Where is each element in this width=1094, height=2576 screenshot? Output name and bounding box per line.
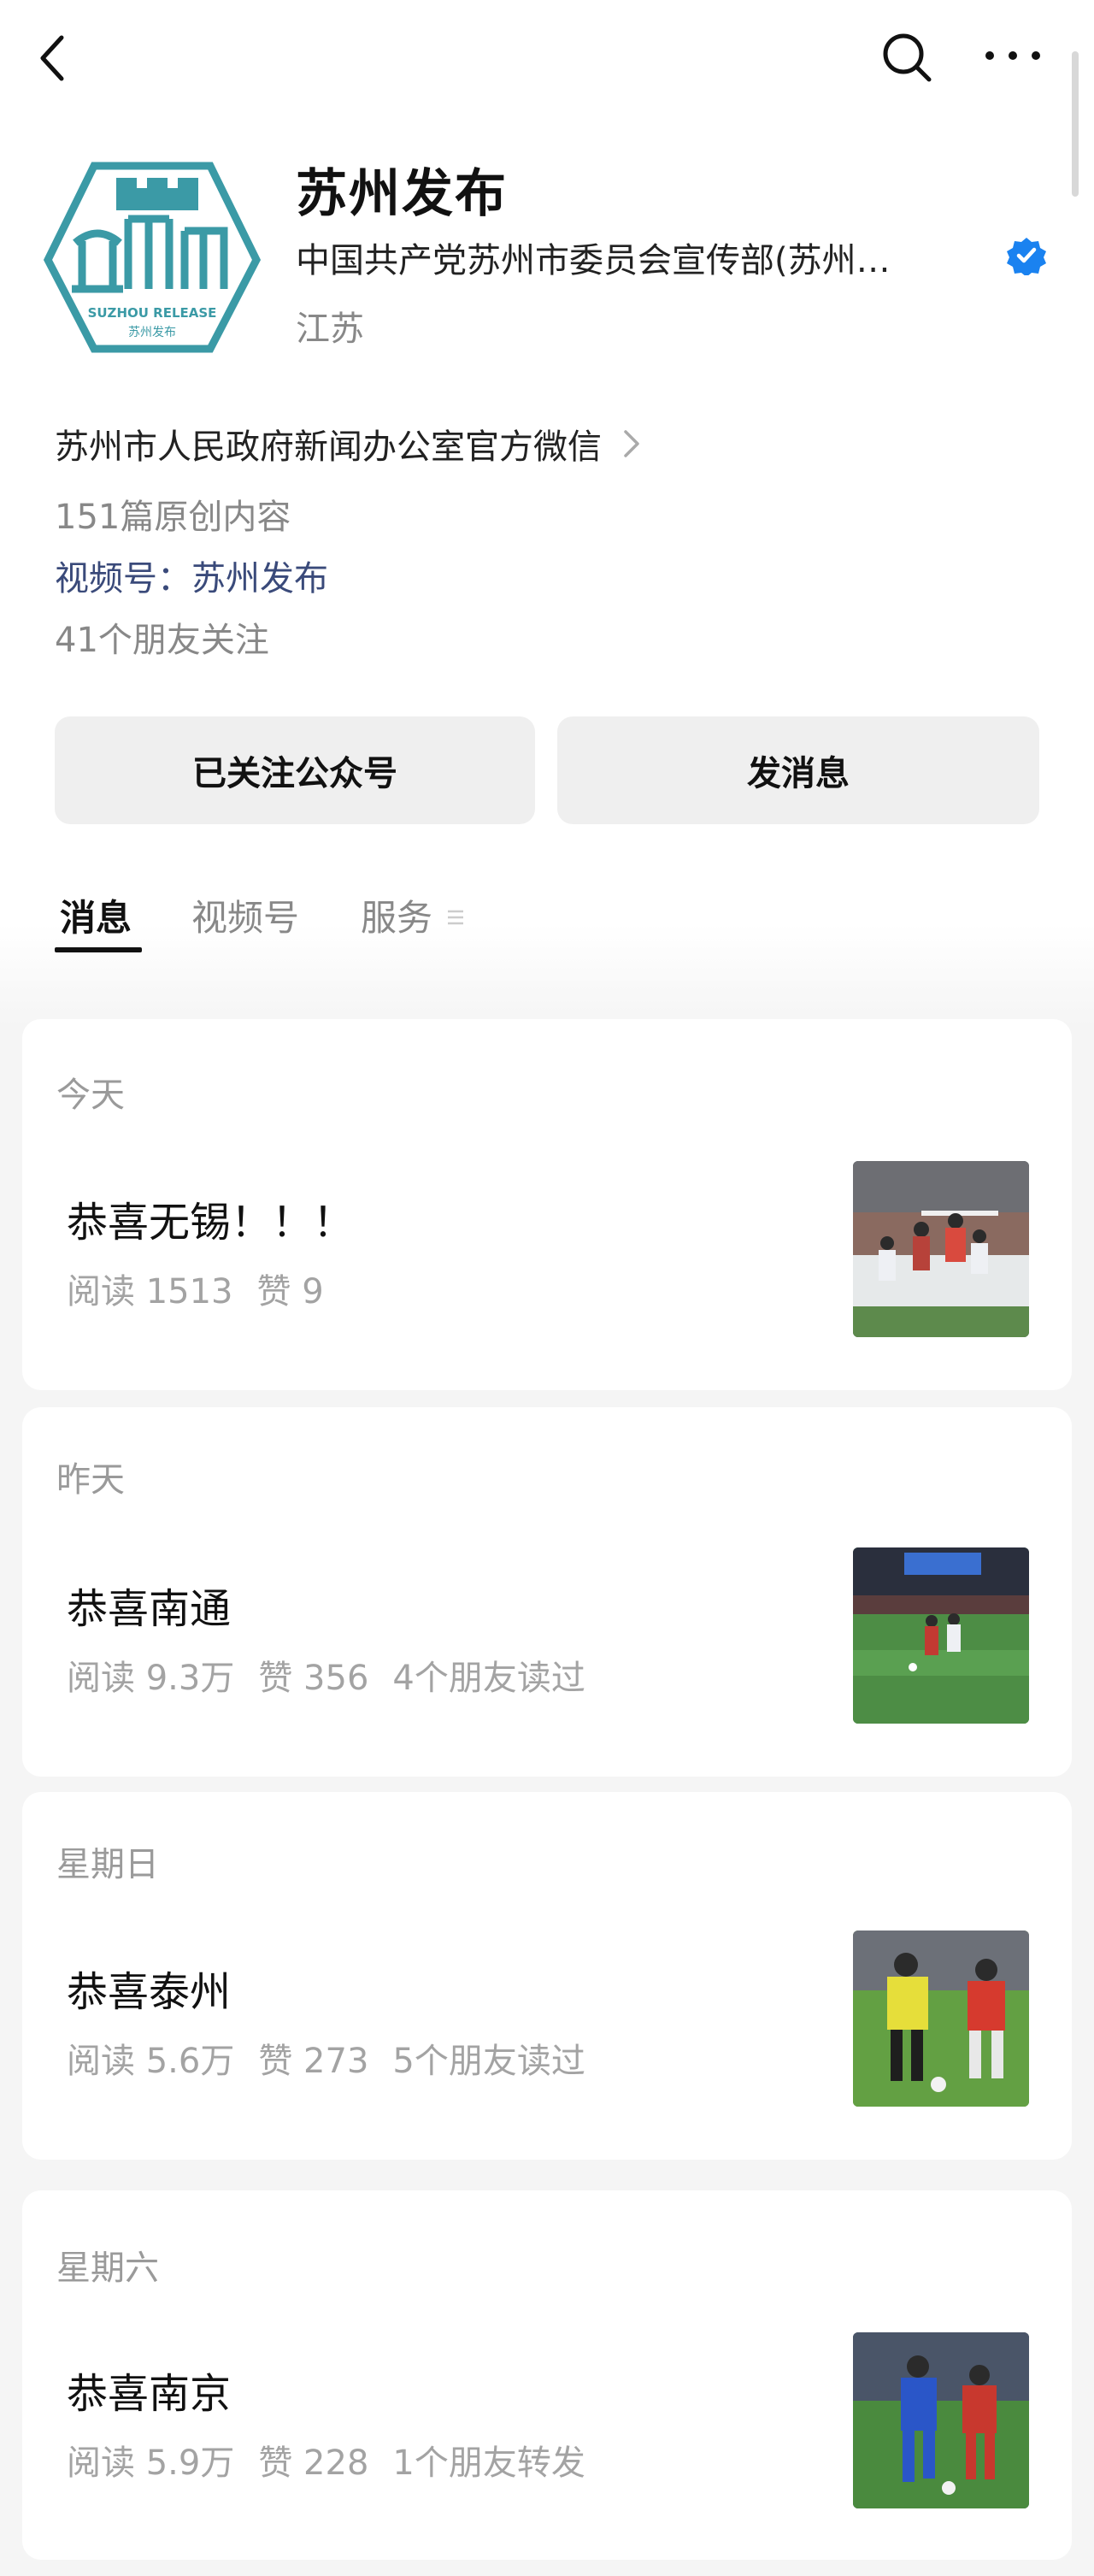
- back-arrow-icon[interactable]: [34, 32, 72, 84]
- article-social: 1个朋友转发: [392, 2443, 585, 2483]
- header-fade: [0, 923, 1094, 1026]
- send-message-button[interactable]: 发消息: [557, 716, 1039, 824]
- video-channel-link[interactable]: 视频号：苏州发布: [55, 551, 328, 600]
- search-icon[interactable]: [880, 31, 933, 84]
- article-day: 星期日: [56, 1845, 159, 1884]
- channel-name: 苏州发布: [191, 559, 328, 598]
- article-reads: 阅读 5.9万: [67, 2443, 235, 2483]
- article-day: 昨天: [56, 1460, 125, 1500]
- tab-services[interactable]: 服务: [361, 889, 432, 941]
- verified-badge-icon: [1007, 238, 1046, 275]
- article-social: 5个朋友读过: [392, 2042, 585, 2081]
- account-name: 苏州发布: [296, 164, 508, 224]
- article-card[interactable]: 昨天 恭喜南通 阅读 9.3万赞 356 4个朋友读过: [22, 1407, 1072, 1777]
- scrollbar[interactable]: [1072, 51, 1079, 197]
- active-tab-indicator: [55, 947, 142, 952]
- logo-text-en: SUZHOU RELEASE: [88, 305, 217, 321]
- article-likes: 赞 356: [258, 1659, 369, 1698]
- soccer-dribble-photo[interactable]: [853, 2332, 1029, 2508]
- article-likes: 赞 228: [258, 2443, 369, 2483]
- original-count[interactable]: 151篇原创内容: [55, 489, 291, 539]
- article-meta: 阅读 5.6万赞 273 5个朋友读过: [67, 2033, 609, 2083]
- article-title[interactable]: 恭喜泰州: [67, 1958, 231, 2018]
- article-social: 4个朋友读过: [392, 1659, 585, 1698]
- article-card[interactable]: 星期六 恭喜南京 阅读 5.9万赞 228 1个朋友转发: [22, 2190, 1072, 2560]
- article-day: 今天: [56, 1076, 125, 1115]
- article-meta: 阅读 9.3万赞 356 4个朋友读过: [67, 1650, 609, 1700]
- menu-icon: [448, 910, 463, 925]
- article-day: 星期六: [56, 2249, 159, 2288]
- tab-video-channel[interactable]: 视频号: [191, 889, 299, 941]
- article-reads: 阅读 9.3万: [67, 1659, 235, 1698]
- article-title[interactable]: 恭喜无锡！！！: [67, 1188, 354, 1248]
- account-org[interactable]: 中国共产党苏州市委员会宣传部(苏州…: [296, 233, 971, 282]
- article-meta: 阅读 5.9万赞 228 1个朋友转发: [67, 2435, 609, 2485]
- article-reads: 阅读 5.6万: [67, 2042, 235, 2081]
- followed-button[interactable]: 已关注公众号: [55, 716, 535, 824]
- tab-messages[interactable]: 消息: [60, 889, 132, 941]
- article-likes: 赞 273: [258, 2042, 369, 2081]
- chevron-right-icon: [624, 430, 639, 457]
- account-intro: 苏州市人民政府新闻办公室官方微信: [55, 427, 602, 467]
- article-card[interactable]: 今天 恭喜无锡！！！ 阅读 1513 赞 9: [22, 1019, 1072, 1390]
- friends-following[interactable]: 41个朋友关注: [55, 612, 269, 662]
- channel-label: 视频号：: [55, 559, 191, 598]
- soccer-field-photo[interactable]: [853, 1547, 1029, 1724]
- logo-text-cn: 苏州发布: [128, 326, 176, 339]
- account-intro-row[interactable]: 苏州市人民政府新闻办公室官方微信: [55, 419, 641, 469]
- account-region: 江苏: [296, 309, 364, 349]
- article-reads: 阅读 1513: [67, 1272, 233, 1312]
- article-meta: 阅读 1513 赞 9: [67, 1264, 348, 1313]
- article-likes: 赞 9: [256, 1272, 324, 1312]
- article-card[interactable]: 星期日 恭喜泰州 阅读 5.6万赞 273 5个朋友读过: [22, 1792, 1072, 2160]
- more-icon[interactable]: [983, 43, 1043, 68]
- account-logo[interactable]: SUZHOU RELEASE 苏州发布: [41, 159, 263, 356]
- soccer-header-photo[interactable]: [853, 1161, 1029, 1337]
- soccer-duel-photo[interactable]: [853, 1931, 1029, 2107]
- article-title[interactable]: 恭喜南通: [67, 1575, 231, 1635]
- article-title[interactable]: 恭喜南京: [67, 2360, 231, 2420]
